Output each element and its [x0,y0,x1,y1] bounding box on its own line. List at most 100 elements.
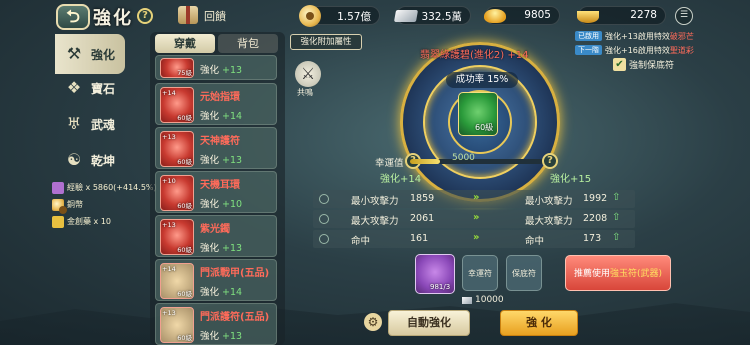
item-stat-label: 強化 [200,65,220,76]
stat-row: 最小攻擊力 1859 » 最小攻擊力 1992 ⇧ [313,190,635,208]
hammer-icon: ⚒ [66,44,82,63]
stat-label: 命中 [351,236,371,247]
item-stat-value: +13 [222,243,243,254]
selected-equip-title: 翡翠綠護碧(進化2) +14 [420,46,528,61]
item-stat-value: +14 [222,111,243,122]
auto-enhance-button[interactable]: 自動強化 [388,310,470,336]
title-bar: ⮌ 強化 ? [0,0,175,32]
currency-coins: 1.57億 [299,5,380,27]
luck-charm-slot[interactable]: 幸運符 [462,255,498,291]
item-name: 紫光鐲 [200,224,230,235]
luck-bar [410,159,545,164]
item-plus: +13 [162,221,176,229]
back-button[interactable]: ⮌ [56,4,90,30]
stat-row: 命中 161 » 命中 173 ⇧ [313,230,635,248]
item-stat-label: 強化 [200,287,220,298]
ornament-icon [319,194,329,204]
enhance-button[interactable]: 強 化 [500,310,578,336]
silver-icon [393,10,419,22]
ornament-icon [319,214,329,224]
arrow-up-icon: ⇧ [612,232,621,243]
equip-item[interactable]: +13 60級 門派護符(五品) 強化 +13 [155,303,277,345]
coins-value: 1.57億 [337,11,371,23]
equip-item[interactable]: +14 60級 元始指環 強化 +14 [155,83,277,125]
equip-item[interactable]: 75級 強化 +13 [155,55,277,80]
stat-row: 最大攻擊力 2061 » 最大攻擊力 2208 ⇧ [313,210,635,228]
stat-current: 2061 [410,213,435,224]
bonus-text: 強化+13啟用特效 [605,31,670,41]
tab-qiankun[interactable]: ☯ 乾坤 [55,140,125,180]
item-plus: +13 [162,309,176,317]
help-icon[interactable]: ? [542,153,558,169]
bonus-text: 強化+16啟用特效 [605,45,670,55]
next-level: 強化+15 [550,174,592,185]
tab-gem-label: 寶石 [91,82,116,96]
resonance-button[interactable]: ⚔ 共鳴 [293,61,323,97]
arrow-right-icon: » [473,232,480,243]
item-stat: 強化 +13 [200,240,242,254]
item-icon: +14 60級 [160,263,194,299]
recommend-item: 強玉符(武器) [609,269,663,279]
item-stat-value: +13 [222,155,243,166]
soul-icon: ♅ [66,114,82,133]
stat-label-next: 命中 [525,236,545,247]
selected-equip-level: 60級 [475,123,494,132]
equip-item[interactable]: +10 60級 天機耳環 強化 +10 [155,171,277,213]
item-icon: +13 60級 [160,131,194,167]
force-label: 強制保底符 [629,61,675,71]
gear-icon[interactable]: ⚙ [364,313,382,331]
help-icon[interactable]: ? [137,8,153,24]
luck-bar-fill [410,159,440,164]
recommend-button[interactable]: 推薦使用強玉符(武器) [565,255,671,291]
item-stat-label: 強化 [200,155,220,166]
enhance-attributes-button[interactable]: 強化附加屬性 [290,34,362,50]
tab-enhance-label: 強化 [91,48,116,62]
item-stat: 強化 +14 [200,108,242,122]
item-stat-label: 強化 [200,331,220,342]
guarantee-charm-slot[interactable]: 保底符 [506,255,542,291]
tab-qiankun-label: 乾坤 [91,154,116,168]
equip-item[interactable]: +13 60級 紫光鐲 強化 +13 [155,215,277,257]
currency-silver: 332.5萬 [393,6,471,25]
menu-icon[interactable]: ☰ [675,7,693,25]
item-stat-label: 強化 [200,243,220,254]
luck-value: 5000 [452,153,475,163]
item-level: 60級 [177,114,192,122]
checkbox-icon[interactable]: ✔ [613,58,626,71]
equip-title-name: 翡翠綠護 [420,50,460,61]
arrow-right-icon: » [473,212,480,223]
bonus-effect: 破邪芒 [669,31,694,41]
stat-label: 最小攻擊力 [351,196,399,207]
item-plus: +14 [162,265,176,273]
item-level: 60級 [177,290,192,298]
ornament-icon [319,234,329,244]
cost: 10000 [462,295,504,305]
equip-item[interactable]: +13 60級 天神護符 強化 +13 [155,127,277,169]
tab-soul[interactable]: ♅ 武魂 [55,104,125,144]
tab-equipped[interactable]: 穿戴 [155,34,215,53]
gold-value: 2278 [630,9,657,21]
item-stat: 強化 +14 [200,284,242,298]
force-guarantee-toggle[interactable]: ✔ 強制保底符 [613,58,674,71]
cost-value: 10000 [475,295,504,305]
yin-yang-icon: ☯ [66,150,82,169]
item-name: 天機耳環 [200,180,240,191]
equip-title-suffix: 碧(進化2) +14 [460,50,529,61]
item-level: 75級 [177,69,192,77]
item-stat: 強化 +13 [200,152,242,166]
potion-text: 金創藥 x 10 [67,217,111,226]
item-stat: 強化 +13 [200,328,242,342]
exp-text: 經驗 x 5860(+414.5%) [67,183,157,192]
item-plus: +14 [162,89,176,97]
ingot-value: 9805 [524,9,551,21]
arrow-right-icon: » [473,192,480,203]
stat-label-next: 最大攻擊力 [525,216,573,227]
item-stat-label: 強化 [200,111,220,122]
equip-item[interactable]: +14 60級 門派戰甲(五品) 強化 +14 [155,259,277,301]
crossed-swords-icon: ⚔ [295,61,321,87]
stat-next: 2208 [583,213,608,224]
tab-gem[interactable]: ❖ 寶石 [55,68,125,108]
tab-bag[interactable]: 背包 [218,34,278,53]
gift-button[interactable]: 回饋 [178,6,234,26]
exp-row-exp: 經驗 x 5860(+414.5%) [52,180,157,195]
